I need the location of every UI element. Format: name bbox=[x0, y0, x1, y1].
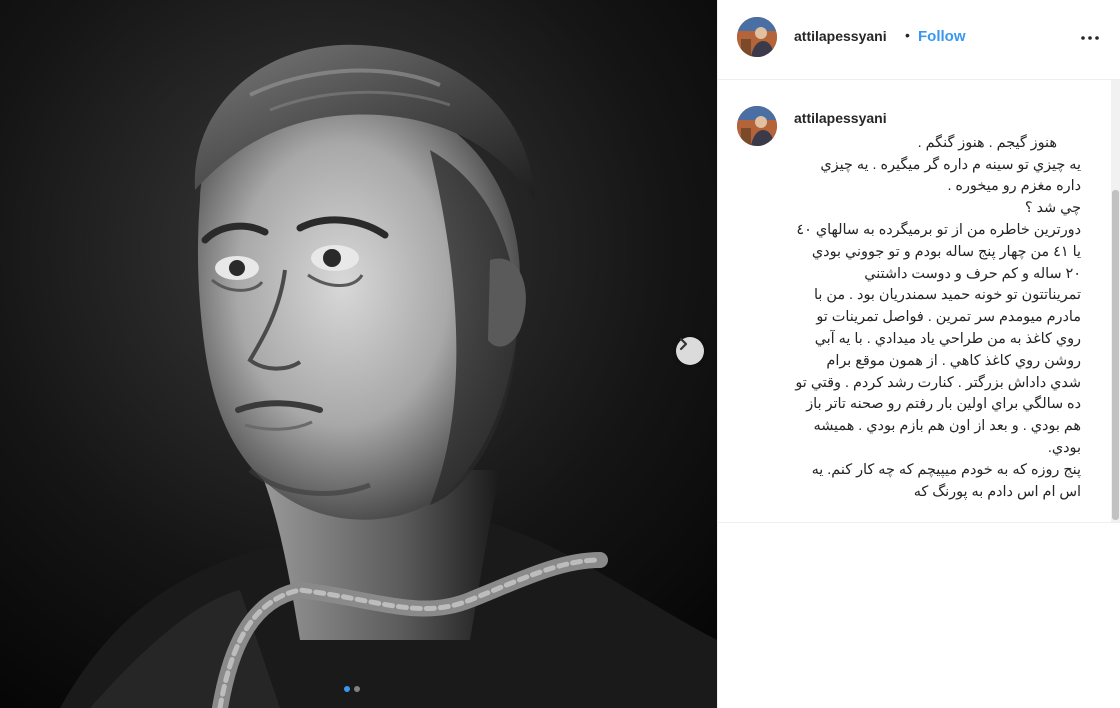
comments-scrollbar[interactable] bbox=[1111, 80, 1120, 522]
separator-dot: • bbox=[905, 27, 910, 43]
comments-section[interactable]: هنوز گيجم . هنوز گنگم . يه چيزي تو سينه … bbox=[718, 80, 1120, 523]
profile-picture-icon bbox=[737, 106, 777, 146]
more-options-button[interactable] bbox=[1078, 26, 1102, 50]
more-horizontal-icon bbox=[1081, 36, 1099, 40]
post-caption: هنوز گيجم . هنوز گنگم . يه چيزي تو سينه … bbox=[794, 111, 1081, 522]
follow-button[interactable]: Follow bbox=[918, 28, 966, 45]
caption-text: هنوز گيجم . هنوز گنگم . يه چيزي تو سينه … bbox=[795, 134, 1081, 500]
username-link[interactable]: attilapessyani bbox=[794, 28, 887, 44]
avatar[interactable] bbox=[737, 17, 777, 57]
carousel-dot-active bbox=[344, 686, 350, 692]
post-photo bbox=[0, 0, 717, 708]
post-header: attilapessyani • Follow bbox=[718, 0, 1120, 80]
carousel-indicator bbox=[344, 686, 360, 692]
scrollbar-thumb[interactable] bbox=[1112, 190, 1119, 520]
chevron-right-icon bbox=[679, 337, 688, 351]
profile-picture-icon bbox=[737, 17, 777, 57]
next-slide-button[interactable] bbox=[676, 337, 704, 365]
black-and-white-portrait bbox=[0, 0, 717, 708]
carousel-dot bbox=[354, 686, 360, 692]
caption-username-link[interactable]: attilapessyani bbox=[794, 110, 887, 126]
post-details-panel: attilapessyani • Follow هنوز گيجم . هنوز… bbox=[717, 0, 1120, 708]
avatar[interactable] bbox=[737, 106, 777, 146]
